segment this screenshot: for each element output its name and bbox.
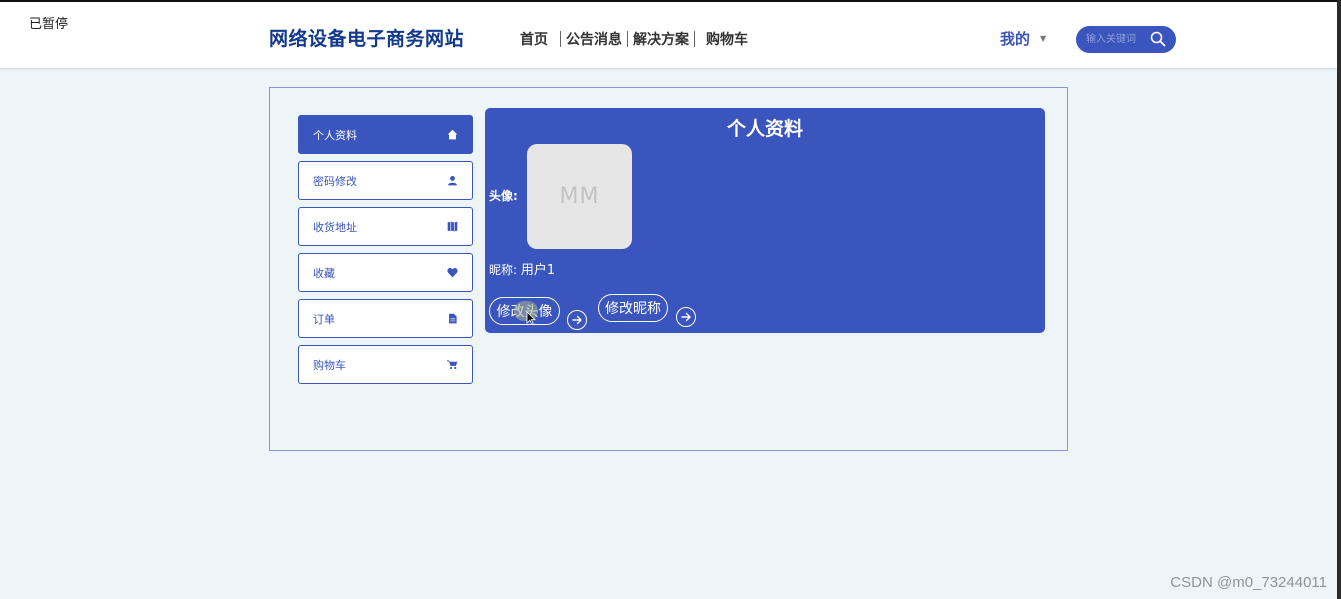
arrow-right-circle-icon[interactable] — [676, 307, 696, 327]
main-nav: 首页 公告消息 解决方案 购物车 — [520, 29, 753, 49]
search-box — [1076, 26, 1176, 53]
sidebar-item-label: 密码修改 — [313, 174, 357, 188]
sidebar-item-label: 收货地址 — [313, 220, 357, 234]
map-icon — [446, 221, 458, 233]
nav-solutions[interactable]: 解决方案 — [628, 29, 694, 49]
change-nickname-button[interactable]: 修改昵称 — [598, 294, 668, 322]
nickname-value: 用户1 — [520, 263, 556, 278]
arrow-right-circle-icon[interactable] — [567, 310, 587, 330]
profile-panel: 个人资料 头像: MM 昵称: 用户1 修改头像 修改昵称 — [485, 108, 1045, 333]
avatar[interactable]: MM — [527, 144, 632, 249]
watermark: CSDN @m0_73244011 — [1170, 574, 1327, 591]
sidebar-item-favorites[interactable]: 收藏 — [298, 253, 473, 292]
user-menu[interactable]: 我的 ▼ — [1000, 28, 1046, 49]
home-icon — [446, 129, 458, 141]
site-header: 网络设备电子商务网站 首页 公告消息 解决方案 购物车 我的 ▼ — [0, 2, 1337, 69]
site-title[interactable]: 网络设备电子商务网站 — [269, 24, 464, 51]
recording-status-label: 已暂停 — [29, 17, 69, 32]
panel-title: 个人资料 — [726, 118, 803, 140]
sidebar-item-orders[interactable]: 订单 — [298, 299, 473, 338]
sidebar-item-cart[interactable]: 购物车 — [298, 345, 473, 384]
heart-icon — [446, 267, 458, 279]
search-input[interactable] — [1084, 33, 1148, 46]
mouse-cursor-icon — [526, 311, 536, 325]
nickname-row: 昵称: 用户1 — [489, 259, 555, 278]
search-icon[interactable] — [1150, 31, 1166, 47]
sidebar-item-address[interactable]: 收货地址 — [298, 207, 473, 246]
nav-cart[interactable]: 购物车 — [695, 29, 753, 49]
sidebar-item-label: 个人资料 — [313, 128, 357, 142]
file-icon — [446, 313, 458, 325]
user-menu-label: 我的 — [1000, 30, 1031, 48]
user-icon — [446, 175, 458, 187]
sidebar-item-profile[interactable]: 个人资料 — [298, 115, 473, 154]
sidebar-item-label: 购物车 — [313, 358, 346, 372]
cart-icon — [446, 359, 458, 371]
chevron-down-icon: ▼ — [1040, 34, 1047, 43]
nav-announcements[interactable]: 公告消息 — [561, 29, 627, 49]
avatar-label: 头像: — [489, 189, 518, 203]
sidebar-item-label: 订单 — [313, 312, 335, 326]
nickname-label: 昵称: — [489, 263, 518, 277]
nav-home[interactable]: 首页 — [520, 29, 560, 49]
sidebar-item-password[interactable]: 密码修改 — [298, 161, 473, 200]
window-right-border — [1337, 0, 1341, 599]
sidebar-item-label: 收藏 — [313, 266, 335, 280]
